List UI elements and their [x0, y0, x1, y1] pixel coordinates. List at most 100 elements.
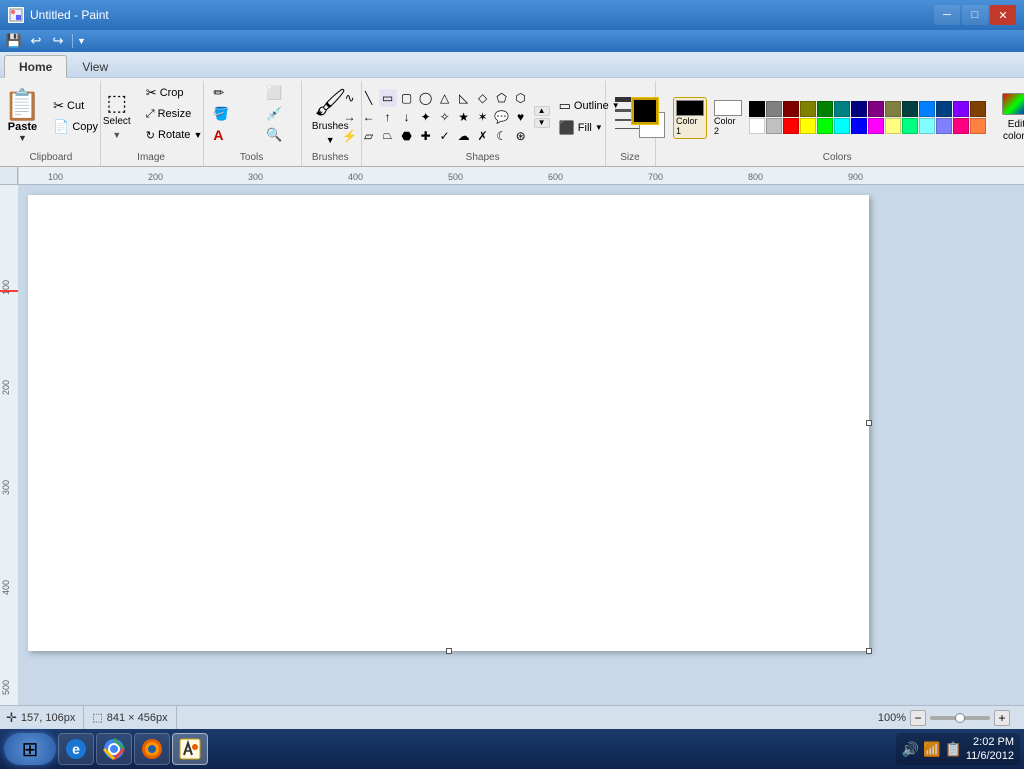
shape-star4[interactable]: ✧	[436, 108, 454, 126]
color-violet[interactable]	[953, 101, 969, 117]
zoom-slider[interactable]	[930, 716, 990, 720]
fill-button[interactable]: 🪣	[208, 104, 260, 124]
shape-line[interactable]: ╲	[360, 89, 378, 107]
shape-star6[interactable]: ✶	[474, 108, 492, 126]
color-black[interactable]	[749, 101, 765, 117]
resize-handle-right[interactable]	[866, 420, 872, 426]
network-icon[interactable]: 📶	[923, 741, 940, 758]
taskbar-firefox[interactable]	[134, 733, 170, 765]
color-purple[interactable]	[868, 101, 884, 117]
crop-button[interactable]: ✂ Crop	[141, 83, 208, 103]
shape-arrow-left[interactable]: ←	[360, 108, 378, 126]
shape-rectangle[interactable]: ▭	[379, 89, 397, 107]
text-button[interactable]: A	[208, 125, 260, 145]
shape-x[interactable]: ✗	[474, 127, 492, 145]
taskbar-paint[interactable]	[172, 733, 208, 765]
shape-octagon[interactable]: ⬣	[398, 127, 416, 145]
tab-view[interactable]: View	[67, 55, 123, 77]
shape-diamond[interactable]: ◇	[474, 89, 492, 107]
shape-callout[interactable]: 💬	[493, 108, 511, 126]
shape-right-triangle[interactable]: ◺	[455, 89, 473, 107]
close-button[interactable]: ✕	[990, 5, 1016, 25]
shape-arrow-down[interactable]: ↓	[398, 108, 416, 126]
color-cyan[interactable]	[834, 118, 850, 134]
canvas-scroll-area[interactable]	[18, 185, 1024, 705]
shape-rounded-rect[interactable]: ▢	[398, 89, 416, 107]
start-button[interactable]: ⊞	[4, 733, 56, 765]
undo-button[interactable]: ↩	[26, 32, 46, 50]
paste-dropdown-arrow[interactable]: ▼	[18, 133, 27, 143]
shape-hexagon[interactable]: ⬡	[512, 89, 530, 107]
shape-trapezoid[interactable]: ⏢	[379, 127, 397, 145]
zoom-out-button[interactable]: −	[910, 710, 926, 726]
color-darktan[interactable]	[885, 101, 901, 117]
color-lightgray[interactable]	[766, 118, 782, 134]
shape-arrow-right[interactable]: →	[341, 108, 359, 126]
maximize-button[interactable]: □	[962, 5, 988, 25]
color-navy[interactable]	[851, 101, 867, 117]
color-springgreen[interactable]	[902, 118, 918, 134]
zoom-in-button[interactable]: +	[994, 710, 1010, 726]
color-darkred[interactable]	[783, 101, 799, 117]
color1-button[interactable]: Color 1	[673, 97, 707, 139]
color-darkcyan[interactable]	[902, 101, 918, 117]
minimize-button[interactable]: ─	[934, 5, 960, 25]
shape-lightning[interactable]: ⚡	[341, 127, 359, 145]
action-center-icon[interactable]: 📋	[944, 741, 961, 758]
resize-handle-bottom-right[interactable]	[866, 648, 872, 654]
color-blue[interactable]	[851, 118, 867, 134]
color-azure[interactable]	[919, 101, 935, 117]
shape-heart[interactable]: ♥	[512, 108, 530, 126]
colors-content: Color 1 Color 2	[632, 81, 1024, 150]
shapes-scroll-up[interactable]: ▲	[534, 106, 550, 116]
shape-triangle[interactable]: △	[436, 89, 454, 107]
color-magenta[interactable]	[868, 118, 884, 134]
color-hotpink[interactable]	[953, 118, 969, 134]
shapes-scroll-down[interactable]: ▼	[534, 118, 550, 128]
color-periwinkle[interactable]	[936, 118, 952, 134]
shape-cross[interactable]: ✚	[417, 127, 435, 145]
save-button[interactable]: 💾	[4, 32, 24, 50]
color-orange[interactable]	[970, 118, 986, 134]
shape-ellipse[interactable]: ◯	[417, 89, 435, 107]
color-lime[interactable]	[817, 118, 833, 134]
taskbar-chrome[interactable]	[96, 733, 132, 765]
shape-cloud[interactable]: ☁	[455, 127, 473, 145]
qa-dropdown-arrow[interactable]: ▼	[77, 36, 86, 46]
shape-4arrow[interactable]: ✦	[417, 108, 435, 126]
shape-crescent[interactable]: ☾	[493, 127, 511, 145]
shape-freeform[interactable]: ∿	[341, 89, 359, 107]
color2-button[interactable]: Color 2	[711, 97, 745, 139]
shape-pentagon[interactable]: ⬠	[493, 89, 511, 107]
select-dropdown[interactable]: ▼	[112, 130, 121, 140]
color-lightyellow[interactable]	[885, 118, 901, 134]
color-white[interactable]	[749, 118, 765, 134]
redo-button[interactable]: ↪	[48, 32, 68, 50]
shape-parallelogram[interactable]: ▱	[360, 127, 378, 145]
taskbar-ie[interactable]: e	[58, 733, 94, 765]
color-darkgreen[interactable]	[817, 101, 833, 117]
edit-colors-button[interactable]: Edit colors	[990, 88, 1024, 148]
pencil-button[interactable]: ✏	[208, 83, 260, 103]
color-lightcyan[interactable]	[919, 118, 935, 134]
paste-button[interactable]: 📋 Paste ▼	[0, 88, 46, 146]
resize-button[interactable]: ⤢ Resize	[141, 104, 208, 124]
clock[interactable]: 2:02 PM 11/6/2012	[966, 735, 1014, 764]
shape-check[interactable]: ✓	[436, 127, 454, 145]
volume-icon[interactable]: 🔊	[902, 741, 919, 758]
tab-home[interactable]: Home	[4, 55, 67, 78]
resize-handle-bottom[interactable]	[446, 648, 452, 654]
color-brown[interactable]	[970, 101, 986, 117]
shape-misc[interactable]: ⊛	[512, 127, 530, 145]
shape-star5[interactable]: ★	[455, 108, 473, 126]
color-yellow[interactable]	[800, 118, 816, 134]
color-teal[interactable]	[834, 101, 850, 117]
color-darkblue[interactable]	[936, 101, 952, 117]
rotate-button[interactable]: ↻ Rotate ▼	[141, 125, 208, 145]
drawing-canvas[interactable]	[28, 195, 869, 651]
select-button[interactable]: ⬚ Select ▼	[95, 83, 139, 149]
color-red[interactable]	[783, 118, 799, 134]
shape-arrow-up[interactable]: ↑	[379, 108, 397, 126]
color-gray[interactable]	[766, 101, 782, 117]
color-olive[interactable]	[800, 101, 816, 117]
